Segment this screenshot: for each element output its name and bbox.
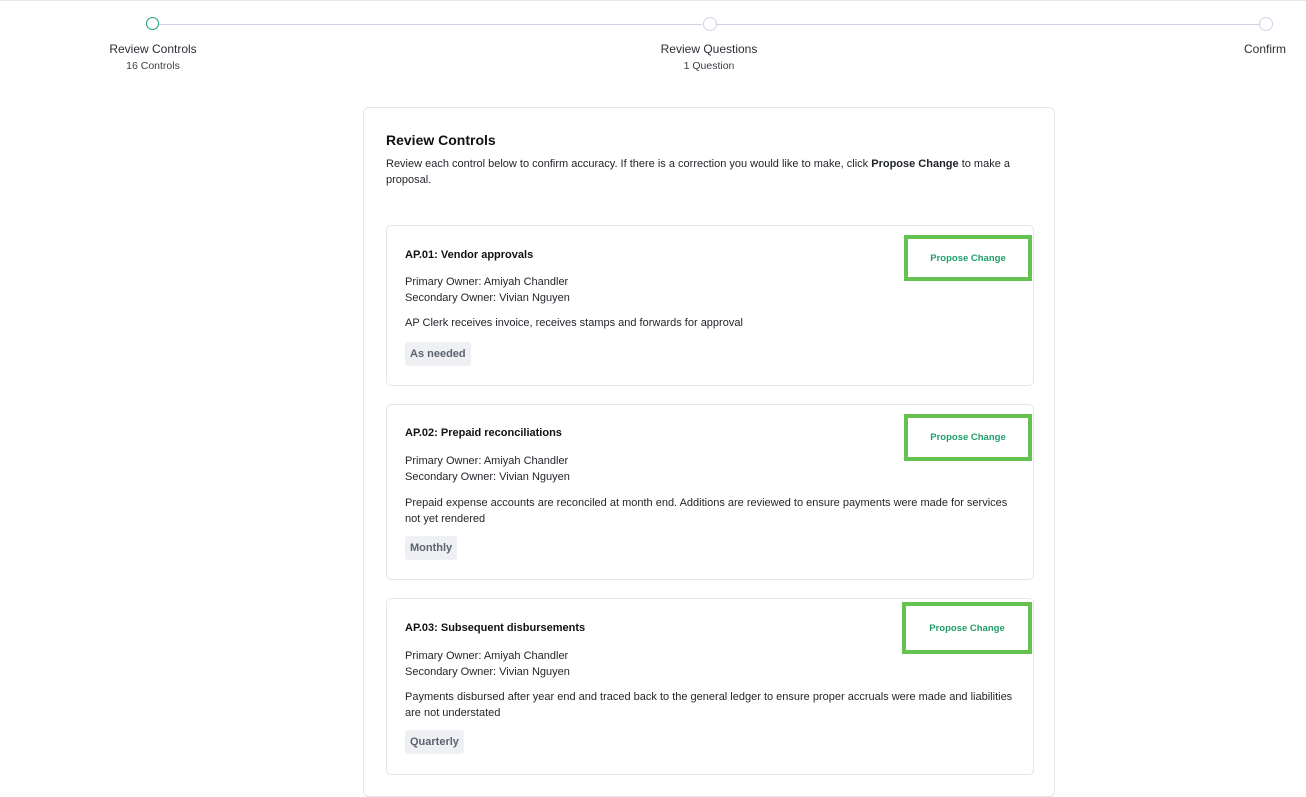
description-emphasis: Propose Change xyxy=(871,158,959,170)
control-title: AP.03: Subsequent disbursements xyxy=(405,622,586,634)
step-3-label[interactable]: Confirm xyxy=(1244,42,1286,56)
primary-owner: Primary Owner: Amiyah Chandler xyxy=(405,650,569,662)
step-1-count: 16 Controls xyxy=(126,60,180,72)
propose-change-button[interactable]: Propose Change xyxy=(904,235,1032,281)
panel-description: Review each control below to confirm acc… xyxy=(386,156,1036,188)
control-description: Prepaid expense accounts are reconciled … xyxy=(405,497,1008,525)
frequency-badge: Quarterly xyxy=(405,730,464,754)
step-3-indicator[interactable] xyxy=(1259,17,1273,31)
control-title: AP.02: Prepaid reconciliations xyxy=(405,427,562,439)
propose-change-button[interactable]: Propose Change xyxy=(904,414,1032,461)
primary-owner: Primary Owner: Amiyah Chandler xyxy=(405,455,569,467)
primary-owner: Primary Owner: Amiyah Chandler xyxy=(405,276,569,288)
stepper-connector xyxy=(159,24,702,25)
control-description: AP Clerk receives invoice, receives stam… xyxy=(405,317,743,329)
panel-title: Review Controls xyxy=(386,132,496,148)
control-card: AP.02: Prepaid reconciliations Primary O… xyxy=(386,404,1034,580)
stepper-connector xyxy=(716,24,1259,25)
control-card: AP.01: Vendor approvals Primary Owner: A… xyxy=(386,225,1034,386)
step-2-indicator[interactable] xyxy=(703,17,717,31)
control-card: AP.03: Subsequent disbursements Primary … xyxy=(386,598,1034,775)
step-2-label[interactable]: Review Questions xyxy=(661,42,758,56)
step-1-indicator[interactable] xyxy=(146,17,159,30)
frequency-badge: Monthly xyxy=(405,536,458,560)
secondary-owner: Secondary Owner: Vivian Nguyen xyxy=(405,292,570,304)
progress-stepper: Review Controls 16 Controls Review Quest… xyxy=(0,0,1306,90)
propose-change-button[interactable]: Propose Change xyxy=(902,602,1032,654)
control-title: AP.01: Vendor approvals xyxy=(405,249,534,261)
secondary-owner: Secondary Owner: Vivian Nguyen xyxy=(405,471,570,483)
review-controls-panel: Review Controls Review each control belo… xyxy=(363,107,1055,797)
control-description: Payments disbursed after year end and tr… xyxy=(405,691,1013,719)
step-1-label[interactable]: Review Controls xyxy=(109,42,196,56)
description-text: Review each control below to confirm acc… xyxy=(386,158,872,170)
secondary-owner: Secondary Owner: Vivian Nguyen xyxy=(405,666,570,678)
step-2-count: 1 Question xyxy=(683,60,735,72)
frequency-badge: As needed xyxy=(405,342,471,366)
